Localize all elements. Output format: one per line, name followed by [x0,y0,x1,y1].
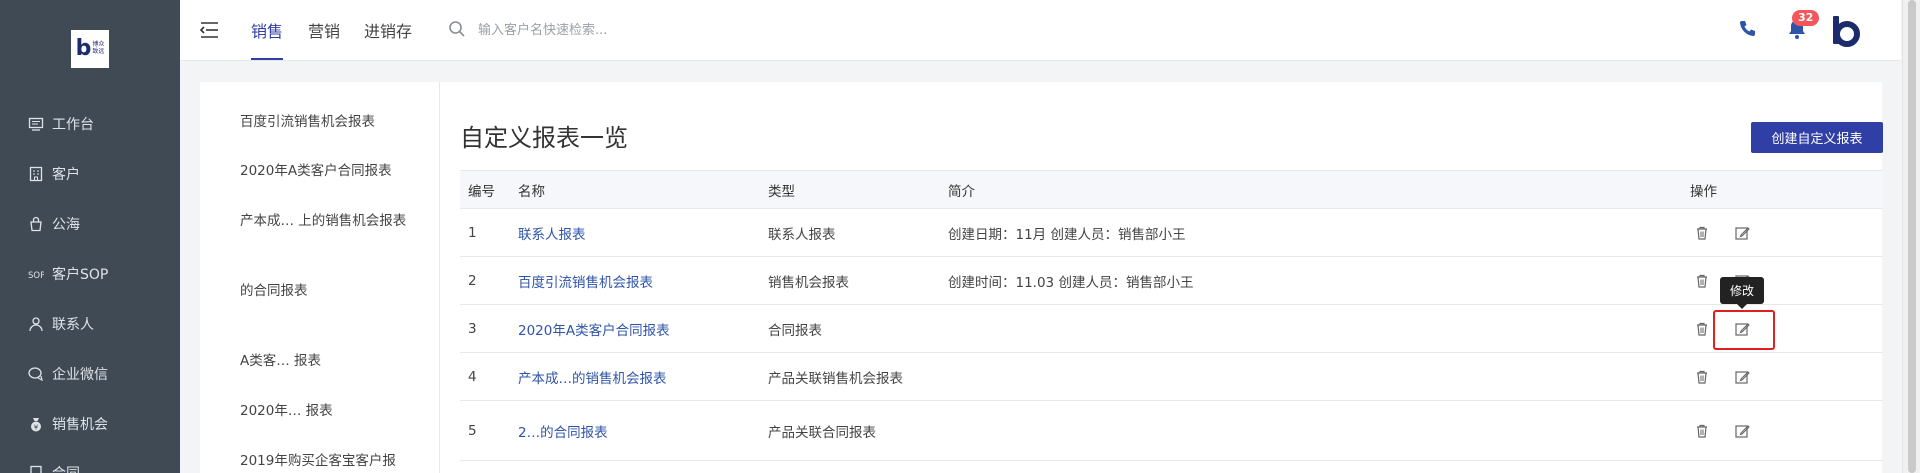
sidebar-item-contract[interactable]: 合同 [28,458,80,473]
sidebar-item-label: 企业微信 [52,367,108,383]
edit-icon[interactable] [1734,423,1750,439]
sidebar-item-public-pool[interactable]: 公海 [28,209,80,239]
row-desc: 创建日期：11月 创建人员：销售部小王 [940,208,1682,257]
row-type: 产品关联销售机会报表 [760,352,940,401]
sidebar-item-customer-sop[interactable]: SOP 客户SOP [28,259,108,289]
table-row: 2 百度引流销售机会报表 销售机会报表 创建时间：11.03 创建人员：销售部小… [460,256,1883,305]
sidebar-item-label: 联系人 [52,317,94,333]
svg-text:¥: ¥ [34,424,39,432]
report-list-item[interactable]: 2019年购买企客宝客户报 [240,451,415,472]
row-type: 合同报表 [760,304,940,353]
sidebar-item-label: 合同 [52,463,80,473]
row-id: 5 [460,400,510,461]
row-desc: 创建时间：11.03 创建人员：销售部小王 [940,256,1682,305]
column-header-desc: 简介 [940,170,1682,209]
row-name-link[interactable]: 产本成…的销售机会报表 [510,352,760,401]
bag-icon [30,216,42,232]
column-header-name: 名称 [510,170,760,209]
row-name-link[interactable]: 2…的合同报表 [510,400,760,461]
table-row: 5 2…的合同报表 产品关联合同报表 [460,400,1883,461]
page-scrollbar[interactable] [1902,0,1920,473]
row-desc [940,400,1682,461]
sidebar-item-customer[interactable]: 客户 [28,159,80,189]
tab-inventory[interactable]: 进销存 [364,18,412,60]
trash-icon[interactable] [1694,273,1710,289]
row-id: 1 [460,208,510,257]
page-title: 自定义报表一览 [460,124,628,152]
column-header-id: 编号 [460,170,510,209]
trash-icon[interactable] [1694,369,1710,385]
app-logo: b 博众 致远 [71,30,109,68]
building-icon [29,166,43,182]
row-type: 产品关联合同报表 [760,400,940,461]
tab-sales[interactable]: 销售 [251,18,284,60]
report-list: 百度引流销售机会报表 2020年A类客户合同报表 产本成… 上的销售机会报表 的… [200,82,440,473]
row-actions [1682,400,1883,461]
sop-icon: SOP [28,271,44,281]
sidebar-item-label: 客户SOP [52,267,109,283]
tab-marketing[interactable]: 营销 [308,18,340,60]
sidebar-item-wecom[interactable]: 企业微信 [28,359,108,389]
table-row: 1 联系人报表 联系人报表 创建日期：11月 创建人员：销售部小王 [460,208,1883,257]
column-header-actions: 操作 [1682,170,1883,209]
moneybag-icon: ¥ [31,418,41,432]
sidebar-item-workbench[interactable]: 工作台 [28,109,94,139]
highlight-box [1713,310,1775,350]
report-list-item[interactable]: 产本成… 上的销售机会报表 [240,211,415,232]
report-list-item[interactable]: 2020年A类客户合同报表 [240,161,415,182]
search-icon [449,21,465,37]
trash-icon[interactable] [1694,225,1710,241]
phone-icon[interactable] [1736,18,1758,40]
content-card: 百度引流销售机会报表 2020年A类客户合同报表 产本成… 上的销售机会报表 的… [200,82,1883,473]
row-id: 3 [460,304,510,353]
edit-icon[interactable] [1734,225,1750,241]
notification-badge: 32 [1792,10,1820,26]
row-desc [940,352,1682,401]
sidebar-item-contacts[interactable]: 联系人 [28,309,94,339]
row-type: 销售机会报表 [760,256,940,305]
row-type: 联系人报表 [760,208,940,257]
create-report-button[interactable]: 创建自定义报表 [1751,122,1883,153]
menu-collapse-icon[interactable] [198,20,220,40]
svg-text:SOP: SOP [28,271,44,281]
edit-tooltip: 修改 [1720,277,1765,309]
table-row: 3 2020年A类客户合同报表 合同报表 [460,304,1883,353]
row-actions [1682,352,1883,401]
row-actions [1682,256,1883,305]
sidebar-item-label: 销售机会 [52,417,108,433]
row-name-link[interactable]: 2020年A类客户合同报表 [510,304,760,353]
report-list-item[interactable]: 2020年… 报表 [240,401,415,422]
sidebar-item-label: 工作台 [52,117,94,133]
brand-logo-icon[interactable] [1830,14,1860,48]
top-header: 销售 营销 进销存 32 [180,0,1901,61]
report-list-item[interactable]: A类客… 报表 [240,351,415,372]
row-actions [1682,208,1883,257]
trash-icon[interactable] [1694,423,1710,439]
person-icon [29,317,43,332]
row-name-link[interactable]: 百度引流销售机会报表 [510,256,760,305]
edit-icon[interactable] [1734,369,1750,385]
contract-icon [30,465,42,473]
column-header-type: 类型 [760,170,940,209]
row-id: 2 [460,256,510,305]
search-input[interactable] [478,18,738,42]
report-list-item[interactable]: 的合同报表 [240,281,415,302]
desktop-icon [28,117,44,131]
sidebar-item-label: 公海 [52,217,80,233]
sidebar-item-sales-opportunity[interactable]: ¥ 销售机会 [28,409,108,439]
row-desc [940,304,1682,353]
trash-icon[interactable] [1694,321,1710,337]
table-row: 4 产本成…的销售机会报表 产品关联销售机会报表 [460,352,1883,401]
row-id: 4 [460,352,510,401]
sidebar: b 博众 致远 工作台 客户 公海 SOP 客户SOP 联系人 企业微信 ¥ 销售… [0,0,180,473]
sidebar-item-label: 客户 [52,167,80,183]
chat-icon [28,367,43,382]
row-name-link[interactable]: 联系人报表 [510,208,760,257]
report-list-item[interactable]: 百度引流销售机会报表 [240,112,415,133]
report-table: 编号 名称 类型 简介 操作 1 联系人报表 联系人报表 创建日期：11月 创建… [460,170,1883,461]
